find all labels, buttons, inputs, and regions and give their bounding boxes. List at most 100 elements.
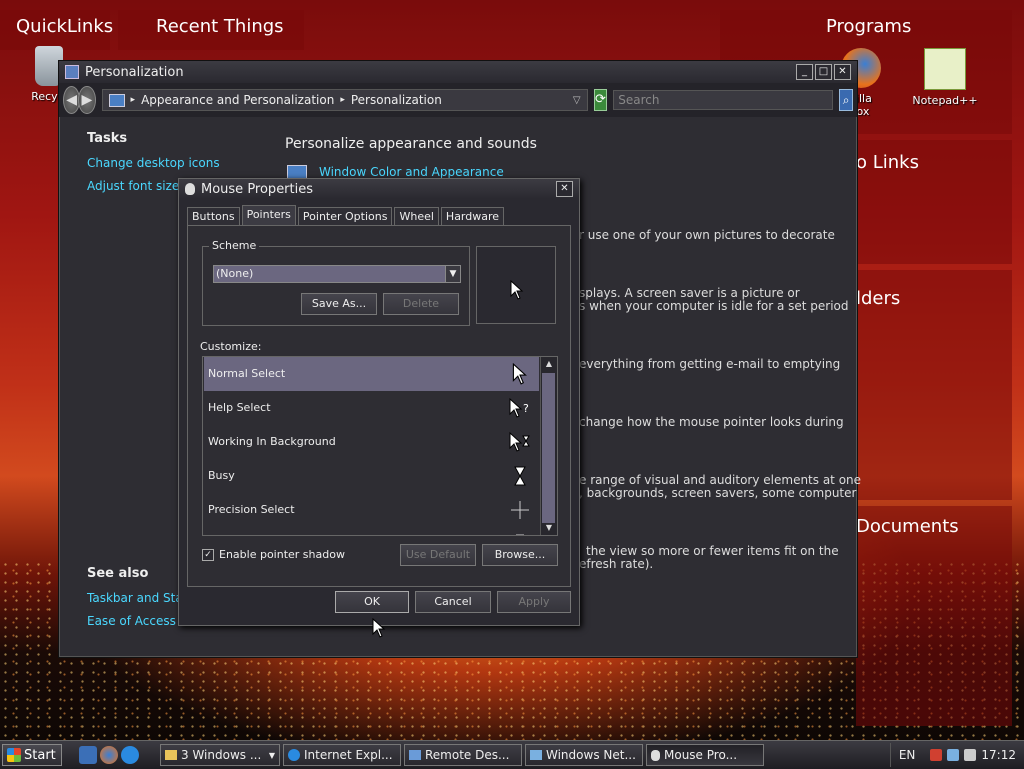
use-default-button[interactable]: Use Default (400, 544, 476, 566)
help-cursor-icon: ? (509, 397, 529, 418)
taskbar-item-label: Internet Expl... (304, 748, 393, 762)
see-also-heading: See also (87, 566, 149, 581)
quicklinks-title: QuickLinks (16, 16, 114, 37)
window-color-link[interactable]: Window Color and Appearance (319, 165, 504, 179)
language-indicator[interactable]: EN (899, 748, 916, 762)
delete-button[interactable]: Delete (383, 293, 459, 315)
dialog-close-button[interactable]: ✕ (556, 181, 573, 197)
change-desktop-icons-link[interactable]: Change desktop icons (87, 156, 237, 170)
tab-buttons[interactable]: Buttons (187, 207, 240, 227)
ok-button[interactable]: OK (335, 591, 409, 613)
tasks-heading: Tasks (87, 131, 128, 146)
ie-icon (288, 749, 300, 761)
forward-button[interactable]: ▶ (78, 86, 96, 114)
scroll-up-icon[interactable]: ▲ (541, 357, 557, 371)
list-item-help-select[interactable]: Help Select ? (204, 391, 539, 425)
checkbox-checked-icon[interactable]: ✓ (202, 548, 214, 561)
browse-button[interactable]: Browse... (482, 544, 558, 566)
recent-things-title: Recent Things (156, 16, 284, 37)
desc-text: efresh rate). (579, 557, 654, 571)
breadcrumb-separator-icon: ▸ (340, 95, 345, 105)
search-input[interactable]: Search (613, 90, 834, 110)
scheme-label: Scheme (209, 239, 260, 252)
dialog-title: Mouse Properties (201, 181, 314, 197)
documents-gadget: Documents (856, 506, 1012, 726)
list-item-precision-select[interactable]: Precision Select (204, 493, 539, 527)
window-title: Personalization (85, 64, 184, 80)
apply-button[interactable]: Apply (497, 591, 571, 613)
list-item-normal-select[interactable]: Normal Select (204, 357, 539, 391)
list-item-working-in-background[interactable]: Working In Background (204, 425, 539, 459)
scroll-thumb[interactable] (542, 373, 555, 523)
taskbar-item-ie[interactable]: Internet Expl... (283, 744, 401, 766)
save-as-button[interactable]: Save As... (301, 293, 377, 315)
ie-quicklaunch-icon[interactable] (121, 746, 139, 764)
list-scrollbar[interactable]: ▲ ▼ (540, 357, 557, 535)
arrow-cursor-icon (512, 363, 527, 385)
search-icon[interactable]: ⌕ (839, 89, 853, 111)
windows-logo-icon (7, 748, 21, 762)
security-shield-icon[interactable] (930, 749, 943, 761)
address-bar[interactable]: ▸ Appearance and Personalization ▸ Perso… (101, 89, 588, 111)
cursor-name: Busy (208, 469, 235, 482)
breadcrumb-personalization[interactable]: Personalization (351, 93, 442, 107)
taskbar-item-network[interactable]: Windows Net... (525, 744, 643, 766)
cursor-name: Normal Select (208, 367, 286, 380)
scheme-dropdown[interactable]: (None) ▼ (213, 265, 461, 283)
tab-hardware[interactable]: Hardware (440, 207, 505, 227)
ease-of-access-link[interactable]: Ease of Access (87, 614, 183, 628)
start-button[interactable]: Start (2, 744, 62, 766)
minimize-button[interactable]: _ (796, 64, 813, 80)
list-item-busy[interactable]: Busy (204, 459, 539, 493)
taskbar-item-remote-desktop[interactable]: Remote Des... (404, 744, 522, 766)
clock[interactable]: 17:12 (981, 748, 1016, 762)
volume-icon[interactable] (964, 749, 977, 761)
breadcrumb-appearance[interactable]: Appearance and Personalization (141, 93, 334, 107)
arrow-cursor-icon (510, 280, 524, 300)
show-desktop-icon[interactable] (79, 746, 97, 764)
desc-text: s when your computer is idle for a set p… (579, 299, 849, 313)
refresh-button[interactable]: ⟳ (593, 89, 608, 111)
pointers-tab-panel: Scheme (None) ▼ Save As... Delete Custom… (187, 225, 571, 587)
scheme-group: Scheme (None) ▼ Save As... Delete (202, 239, 470, 326)
cancel-button[interactable]: Cancel (415, 591, 491, 613)
scroll-down-icon[interactable]: ▼ (541, 521, 557, 535)
recent-things-gadget: Recent Things (118, 10, 304, 50)
mouse-icon (651, 749, 660, 761)
desc-text: splays. A screen saver is a picture or (579, 286, 800, 300)
firefox-quicklaunch-icon[interactable] (100, 746, 118, 764)
network-tray-icon[interactable] (947, 749, 960, 761)
taskbar-item-label: Windows Net... (546, 748, 636, 762)
desc-text: e range of visual and auditory elements … (579, 473, 862, 487)
taskbar-link[interactable]: Taskbar and Sta (87, 591, 183, 605)
taskbar-item-windows[interactable]: 3 Windows ... ▼ (160, 744, 280, 766)
chevron-down-icon[interactable]: ▼ (445, 266, 460, 282)
cursor-preview (476, 246, 556, 324)
links-title: o Links (856, 152, 919, 173)
tab-wheel[interactable]: Wheel (394, 207, 439, 227)
notepadpp-desktop-icon[interactable]: Notepad++ (910, 48, 980, 107)
dialog-titlebar[interactable]: Mouse Properties ✕ (179, 179, 579, 199)
mouse-icon (185, 183, 195, 195)
svg-text:?: ? (523, 402, 529, 415)
address-dropdown-icon[interactable]: ▽ (573, 95, 581, 106)
navigation-bar: ◀ ▶ ▸ Appearance and Personalization ▸ P… (59, 83, 857, 117)
enable-pointer-shadow[interactable]: ✓ Enable pointer shadow (202, 548, 345, 561)
personalization-titlebar[interactable]: Personalization _ □ ✕ (59, 61, 857, 83)
taskbar-item-mouse-properties[interactable]: Mouse Pro... (646, 744, 764, 766)
monitor-icon (108, 93, 125, 107)
desc-text: change how the mouse pointer looks durin… (579, 415, 844, 429)
system-tray: EN 17:12 (889, 743, 1024, 767)
list-item-partial[interactable] (204, 527, 539, 535)
tab-pointer-options[interactable]: Pointer Options (297, 207, 393, 227)
close-button[interactable]: ✕ (834, 64, 851, 80)
cursor-list[interactable]: Normal Select Help Select ? Working In B… (202, 356, 558, 536)
customize-label: Customize: (200, 340, 262, 353)
chevron-down-icon: ▼ (268, 750, 275, 760)
folders-gadget: lders (856, 270, 1012, 500)
enable-shadow-label: Enable pointer shadow (219, 548, 345, 561)
start-label: Start (24, 747, 56, 763)
tab-pointers[interactable]: Pointers (241, 205, 296, 225)
mouse-properties-dialog: Mouse Properties ✕ Buttons Pointers Poin… (178, 178, 580, 626)
maximize-button[interactable]: □ (815, 64, 832, 80)
